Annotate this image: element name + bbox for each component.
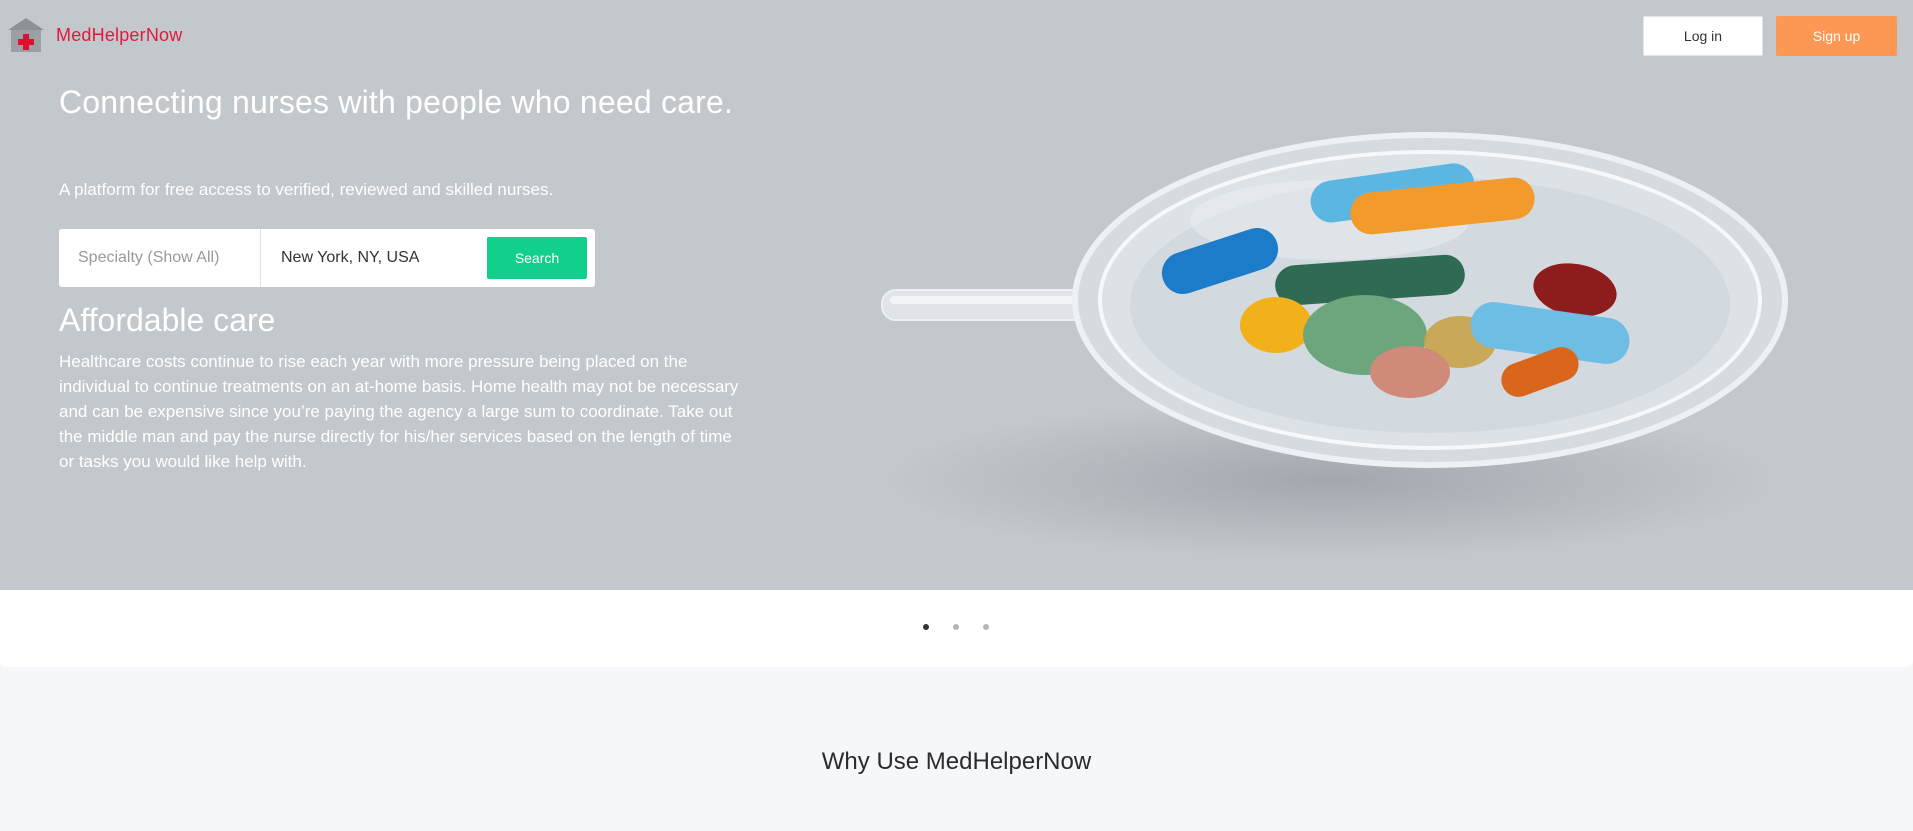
brand-logo[interactable]: MedHelperNow	[8, 16, 182, 54]
carousel-dot-3[interactable]	[983, 624, 989, 630]
brand-name: MedHelperNow	[56, 24, 183, 45]
search-button[interactable]: Search	[487, 237, 587, 279]
signup-button[interactable]: Sign up	[1776, 16, 1897, 56]
carousel-dot-1[interactable]	[923, 624, 929, 630]
location-input[interactable]	[261, 229, 481, 287]
hero-headline: Connecting nurses with people who need c…	[59, 84, 734, 120]
search-bar: Search	[59, 229, 595, 287]
pills-dish-image	[881, 132, 1788, 468]
carousel-dot-2[interactable]	[953, 624, 959, 630]
hero-banner: MedHelperNow Log in Sign up Connecting n…	[0, 0, 1913, 590]
slide-body: Healthcare costs continue to rise each y…	[59, 352, 739, 471]
login-button[interactable]: Log in	[1643, 16, 1763, 56]
hospital-icon	[8, 18, 44, 52]
slide-title: Affordable care	[59, 302, 276, 338]
why-section-title: Why Use MedHelperNow	[821, 748, 1092, 775]
specialty-input[interactable]	[59, 229, 261, 287]
hero-subheadline: A platform for free access to verified, …	[59, 180, 554, 199]
carousel-indicators	[0, 590, 1913, 667]
